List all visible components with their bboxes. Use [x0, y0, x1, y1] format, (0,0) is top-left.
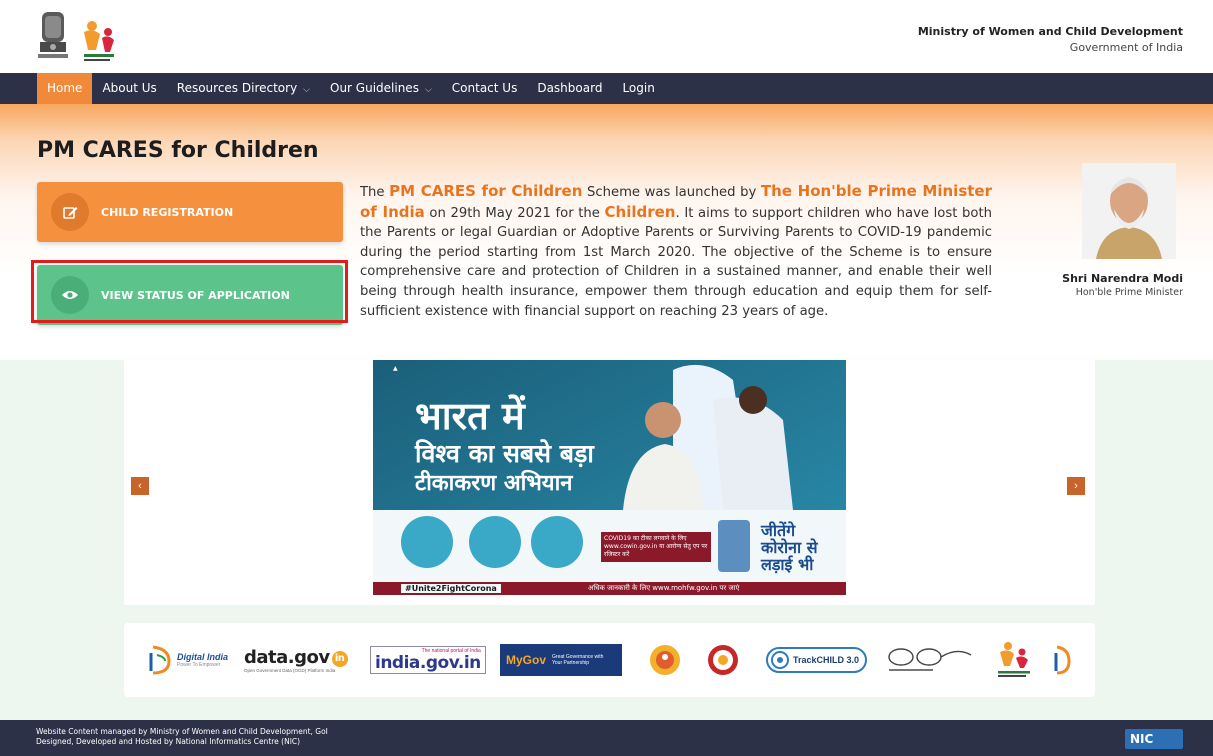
footer-line-1: Website Content managed by Ministry of W…: [36, 727, 328, 736]
chevron-down-icon: ⌵: [424, 85, 432, 95]
view-status-label: VIEW STATUS OF APPLICATION: [101, 288, 290, 302]
ministry-title: Ministry of Women and Child Development …: [918, 24, 1183, 56]
footer-credits: Website Content managed by Ministry of W…: [36, 727, 328, 747]
nav-resources-directory[interactable]: Resources Directory ⌵: [167, 73, 320, 104]
child-registration-label: CHILD REGISTRATION: [101, 205, 234, 219]
government-name: Government of India: [1069, 41, 1183, 54]
trackchild-logo[interactable]: TrackCHILD 3.0: [766, 641, 868, 679]
eye-icon: [51, 276, 89, 314]
banner-headline: भारत में विश्व का सबसे बड़ा टीकाकरण अभिय…: [415, 394, 594, 496]
chevron-down-icon: ⌵: [303, 85, 310, 95]
carousel-next-button[interactable]: ›: [1067, 477, 1085, 495]
nav-our-guidelines[interactable]: Our Guidelines ⌵: [320, 73, 442, 104]
digital-india-icon: [149, 645, 171, 675]
pm-photo: [1082, 163, 1176, 259]
svg-text:▲: ▲: [393, 365, 398, 372]
child-registration-button[interactable]: CHILD REGISTRATION: [37, 182, 343, 242]
pm-name: Shri Narendra Modi: [1062, 272, 1183, 285]
edit-icon: [51, 193, 89, 231]
ministry-logo[interactable]: [78, 18, 128, 64]
digital-india-logo[interactable]: Digital India Power To Empower: [147, 641, 228, 679]
nav-contact-us[interactable]: Contact Us: [442, 73, 528, 104]
mygov-logo[interactable]: MyGov Great Governance with Your Partner…: [500, 641, 622, 679]
nav-home[interactable]: Home: [37, 73, 93, 104]
page-title: PM CARES for Children: [37, 138, 319, 163]
ministry-name: Ministry of Women and Child Development: [917, 25, 1183, 38]
child-protection-logo[interactable]: [706, 641, 740, 679]
swachh-bharat-logo[interactable]: [885, 641, 973, 679]
carousel-prev-button[interactable]: ‹: [131, 477, 149, 495]
pm-title: Hon'ble Prime Minister: [1075, 287, 1183, 298]
main-navigation: Home About Us Resources Directory ⌵ Our G…: [0, 73, 1213, 104]
nic-logo[interactable]: NIC: [1125, 729, 1183, 749]
site-header: Ministry of Women and Child Development …: [0, 0, 1213, 73]
digital-india-logo-partial[interactable]: [1053, 641, 1071, 679]
india-gov-logo[interactable]: The national portal of India india.gov.i…: [370, 641, 486, 679]
beti-bachao-logo[interactable]: [648, 641, 682, 679]
nav-about-us[interactable]: About Us: [92, 73, 166, 104]
nav-login[interactable]: Login: [612, 73, 664, 104]
women-child-logo[interactable]: [994, 641, 1038, 679]
vaccination-banner[interactable]: ▲ भारत में विश्व का सबसे बड़ा टीकाकरण अभ…: [373, 360, 846, 595]
banner-cowin-note: COVID19 का टीका लगवाने के लिए www.cowin.…: [601, 532, 711, 562]
view-status-button[interactable]: VIEW STATUS OF APPLICATION: [37, 265, 343, 325]
scheme-description: The PM CARES for Children Scheme was lau…: [360, 182, 992, 319]
national-emblem-logo[interactable]: [36, 10, 70, 65]
footer-line-2: Designed, Developed and Hosted by Nation…: [36, 737, 301, 746]
nav-dashboard[interactable]: Dashboard: [527, 73, 612, 104]
banner-footer-note: अधिक जानकारी के लिए www.mohfw.gov.in पर …: [588, 584, 740, 592]
data-gov-logo[interactable]: data.gov in Open Government Data (OGD) Pl…: [244, 641, 348, 679]
banner-slogan: जीतेंगे कोरोना से लड़ाई भी: [761, 521, 818, 574]
banner-hashtag: #Unite2FightCorona: [401, 584, 501, 593]
